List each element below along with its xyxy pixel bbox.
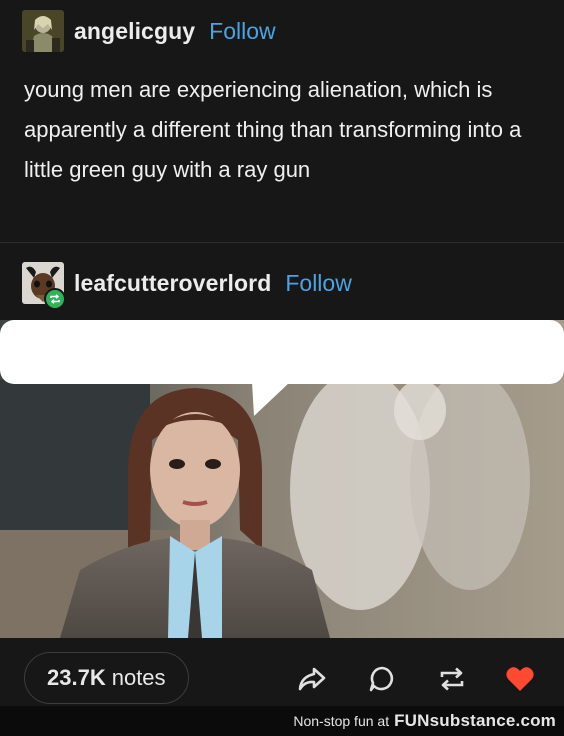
reblog-badge-icon — [44, 288, 66, 310]
post-footer: 23.7K notes — [0, 638, 564, 706]
username[interactable]: leafcutteroverlord — [74, 270, 271, 297]
watermark-bar: Non-stop fun at FUNsubstance.com — [0, 706, 564, 736]
notes-button[interactable]: 23.7K notes — [24, 652, 189, 704]
watermark-brand[interactable]: FUNsubstance.com — [394, 711, 556, 731]
username[interactable]: angelicguy — [74, 18, 195, 45]
watermark-text: Non-stop fun at — [293, 713, 390, 729]
reblog-header: leafcutteroverlord Follow — [22, 262, 352, 310]
tumblr-post: angelicguy Follow young men are experien… — [0, 0, 564, 706]
speech-bubble — [0, 320, 564, 384]
follow-button[interactable]: Follow — [209, 18, 275, 45]
reply-icon[interactable] — [366, 664, 398, 694]
avatar[interactable] — [22, 262, 66, 310]
original-post-header: angelicguy Follow — [22, 10, 276, 52]
post-text: young men are experiencing alienation, w… — [24, 77, 522, 182]
reblog-icon[interactable] — [436, 664, 468, 694]
share-icon[interactable] — [296, 664, 328, 694]
notes-label: notes — [111, 665, 166, 690]
speech-bubble-tail — [252, 382, 290, 416]
divider — [0, 242, 564, 243]
avatar-angelicguy — [22, 10, 64, 52]
follow-button[interactable]: Follow — [285, 270, 351, 297]
avatar[interactable] — [22, 10, 64, 52]
like-icon[interactable] — [504, 664, 536, 694]
notes-count: 23.7K — [47, 665, 106, 690]
